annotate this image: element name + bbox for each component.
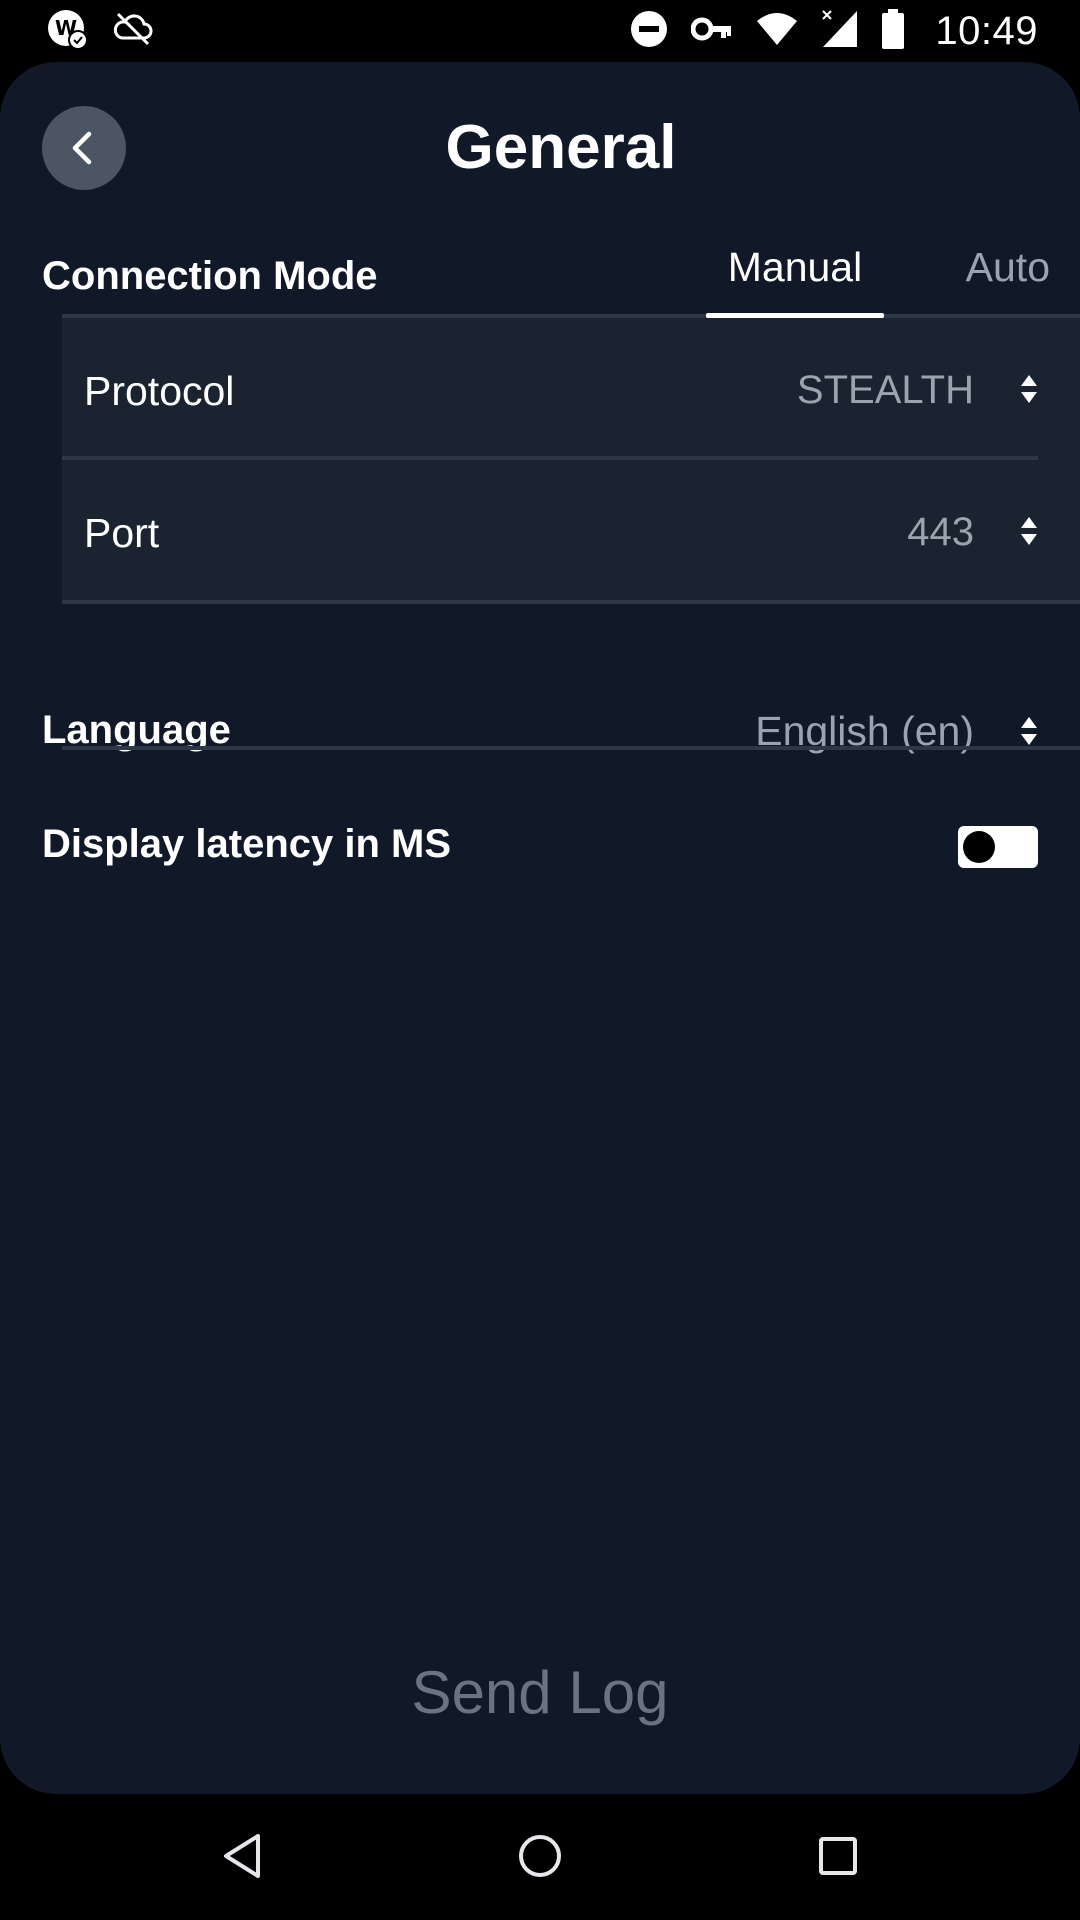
settings-panel: General Connection Mode Manual Auto Prot… [0, 62, 1080, 1794]
manual-settings-panel: Protocol STEALTH Port 443 [62, 314, 1080, 604]
up-down-arrows-icon [1021, 517, 1037, 545]
navigation-bar [0, 1794, 1080, 1920]
cell-signal-icon [821, 9, 859, 54]
page-title: General [445, 113, 677, 182]
latency-row: Display latency in MS [0, 802, 1080, 902]
vpn-key-icon [690, 9, 733, 54]
app-notification-icon: W [46, 8, 88, 55]
nav-home-button[interactable] [510, 1826, 570, 1886]
toggle-knob [963, 831, 995, 863]
send-log-button[interactable]: Send Log [0, 1658, 1080, 1727]
circle-home-icon [519, 1835, 561, 1877]
up-down-arrows-icon [1021, 375, 1037, 403]
square-recents-icon [819, 1837, 857, 1875]
status-time: 10:49 [935, 8, 1038, 53]
protocol-value: STEALTH [796, 368, 974, 412]
tab-auto[interactable]: Auto [930, 244, 1050, 291]
up-down-arrows-icon [1021, 717, 1037, 745]
nav-back-button[interactable] [212, 1826, 272, 1886]
triangle-back-icon [224, 1834, 260, 1878]
port-label: Port [84, 510, 160, 556]
protocol-row[interactable]: Protocol STEALTH [62, 318, 1080, 458]
do-not-disturb-icon [629, 9, 669, 54]
wifi-icon [755, 9, 799, 54]
tab-manual[interactable]: Manual [706, 244, 884, 291]
latency-toggle[interactable] [958, 826, 1038, 868]
port-row[interactable]: Port 443 [62, 460, 1080, 600]
battery-icon [881, 8, 905, 54]
screen: W 10:49 General Connection Mode Manual A… [0, 0, 1080, 1920]
tab-selected-indicator [706, 313, 884, 318]
nav-recents-button[interactable] [808, 1826, 868, 1886]
cloud-off-icon [112, 8, 154, 55]
status-bar: W 10:49 [0, 0, 1080, 62]
status-left: W [46, 8, 178, 55]
connection-mode-row: Connection Mode Manual Auto [0, 218, 1080, 318]
latency-label: Display latency in MS [42, 822, 452, 866]
divider [62, 746, 1080, 750]
connection-mode-label: Connection Mode [42, 254, 378, 298]
protocol-label: Protocol [84, 368, 235, 414]
port-value: 443 [907, 510, 974, 554]
status-right: 10:49 [607, 8, 1038, 54]
language-row[interactable]: Language English (en) [0, 672, 1080, 812]
